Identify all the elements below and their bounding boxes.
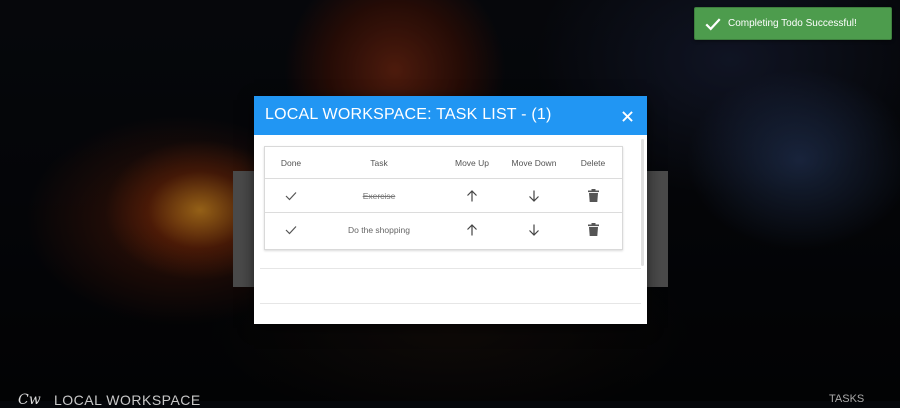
table-row: Do the shopping (265, 213, 622, 246)
app-title: LOCAL WORKSPACE (54, 392, 201, 408)
check-icon[interactable] (285, 191, 297, 201)
move-up-cell (445, 179, 499, 212)
task-list-dialog: LOCAL WORKSPACE: TASK LIST - (1) Done Ta… (254, 96, 647, 324)
app-logo[interactable]: Cw (18, 392, 41, 408)
toast-message: Completing Todo Successful! (728, 18, 857, 29)
app-bar: Cw LOCAL WORKSPACE TASKS (0, 386, 900, 408)
close-icon[interactable] (622, 111, 633, 122)
arrow-down-icon[interactable] (528, 224, 540, 236)
tasks-table: Done Task Move Up Move Down Delete Exerc… (264, 146, 623, 250)
task-name: Exercise (362, 190, 396, 201)
table-header-row: Done Task Move Up Move Down Delete (265, 147, 622, 179)
header-delete: Delete (580, 157, 606, 168)
task-cell: Do the shopping (317, 213, 441, 246)
table-row: Exercise (265, 179, 622, 213)
dialog-title: LOCAL WORKSPACE: TASK LIST - (1) (265, 106, 552, 123)
done-cell (265, 179, 317, 212)
trash-icon[interactable] (587, 223, 599, 236)
header-move-down: Move Down (511, 157, 557, 168)
checkmark-icon (705, 17, 721, 30)
divider (260, 268, 641, 269)
arrow-down-icon[interactable] (528, 190, 540, 202)
check-icon[interactable] (285, 225, 297, 235)
scrollbar[interactable] (641, 139, 644, 266)
task-name: Do the shopping (348, 224, 410, 235)
move-down-cell (505, 179, 563, 212)
header-task: Task (370, 157, 388, 168)
trash-icon[interactable] (587, 189, 599, 202)
delete-cell (569, 179, 617, 212)
dialog-header: LOCAL WORKSPACE: TASK LIST - (1) (254, 96, 647, 135)
divider (260, 303, 641, 304)
tasks-nav-link[interactable]: TASKS (829, 393, 864, 405)
arrow-up-icon[interactable] (466, 223, 478, 236)
dialog-body: Done Task Move Up Move Down Delete Exerc… (254, 135, 647, 324)
header-done: Done (280, 157, 302, 168)
success-toast[interactable]: Completing Todo Successful! (694, 7, 892, 40)
move-up-cell (445, 213, 499, 246)
done-cell (265, 213, 317, 246)
move-down-cell (505, 213, 563, 246)
task-cell: Exercise (317, 179, 441, 212)
arrow-up-icon[interactable] (466, 189, 478, 202)
delete-cell (569, 213, 617, 246)
header-move-up: Move Up (454, 157, 489, 168)
